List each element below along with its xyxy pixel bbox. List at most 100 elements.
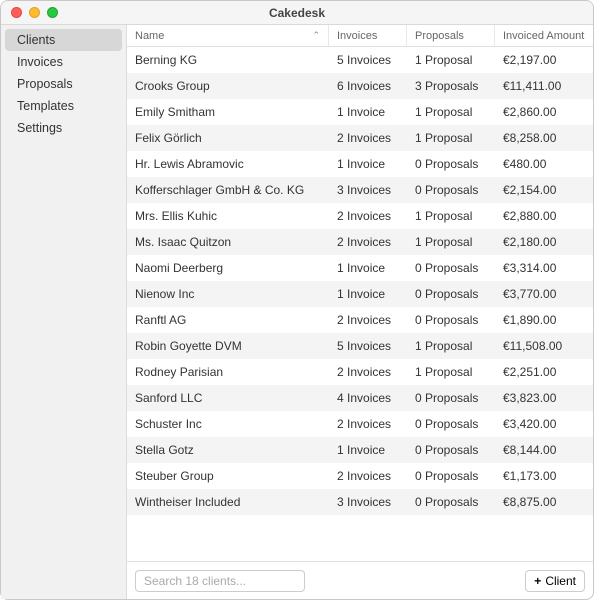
cell-name: Ranftl AG <box>127 313 329 327</box>
cell-invoices: 1 Invoice <box>329 157 407 171</box>
table-row[interactable]: Robin Goyette DVM5 Invoices1 Proposal€11… <box>127 333 593 359</box>
cell-amount: €1,890.00 <box>495 313 593 327</box>
cell-invoices: 1 Invoice <box>329 261 407 275</box>
table-row[interactable]: Wintheiser Included3 Invoices0 Proposals… <box>127 489 593 515</box>
cell-amount: €3,770.00 <box>495 287 593 301</box>
cell-invoices: 2 Invoices <box>329 365 407 379</box>
table-row[interactable]: Naomi Deerberg1 Invoice0 Proposals€3,314… <box>127 255 593 281</box>
cell-name: Kofferschlager GmbH & Co. KG <box>127 183 329 197</box>
cell-invoices: 3 Invoices <box>329 495 407 509</box>
table-row[interactable]: Steuber Group2 Invoices0 Proposals€1,173… <box>127 463 593 489</box>
cell-amount: €3,314.00 <box>495 261 593 275</box>
sidebar-item-label: Clients <box>17 33 55 47</box>
cell-proposals: 1 Proposal <box>407 365 495 379</box>
cell-proposals: 1 Proposal <box>407 53 495 67</box>
cell-proposals: 0 Proposals <box>407 287 495 301</box>
column-header-invoices[interactable]: Invoices <box>329 25 407 46</box>
sidebar-item-label: Invoices <box>17 55 63 69</box>
cell-proposals: 0 Proposals <box>407 261 495 275</box>
cell-name: Wintheiser Included <box>127 495 329 509</box>
cell-invoices: 1 Invoice <box>329 443 407 457</box>
cell-name: Hr. Lewis Abramovic <box>127 157 329 171</box>
table-row[interactable]: Rodney Parisian2 Invoices1 Proposal€2,25… <box>127 359 593 385</box>
cell-proposals: 1 Proposal <box>407 339 495 353</box>
cell-proposals: 0 Proposals <box>407 469 495 483</box>
cell-name: Robin Goyette DVM <box>127 339 329 353</box>
column-label: Invoiced Amount <box>503 30 584 42</box>
sidebar-item-templates[interactable]: Templates <box>5 95 122 117</box>
table-row[interactable]: Berning KG5 Invoices1 Proposal€2,197.00 <box>127 47 593 73</box>
cell-invoices: 2 Invoices <box>329 313 407 327</box>
minimize-window-icon[interactable] <box>29 7 40 18</box>
cell-name: Naomi Deerberg <box>127 261 329 275</box>
cell-proposals: 1 Proposal <box>407 105 495 119</box>
sidebar-item-proposals[interactable]: Proposals <box>5 73 122 95</box>
column-header-name[interactable]: Name ⌃ <box>127 25 329 46</box>
table-row[interactable]: Ranftl AG2 Invoices0 Proposals€1,890.00 <box>127 307 593 333</box>
cell-proposals: 1 Proposal <box>407 235 495 249</box>
table-row[interactable]: Kofferschlager GmbH & Co. KG3 Invoices0 … <box>127 177 593 203</box>
cell-amount: €1,173.00 <box>495 469 593 483</box>
column-header-amount[interactable]: Invoiced Amount <box>495 25 593 46</box>
cell-proposals: 1 Proposal <box>407 131 495 145</box>
cell-amount: €3,823.00 <box>495 391 593 405</box>
traffic-lights <box>1 7 58 18</box>
table-row[interactable]: Hr. Lewis Abramovic1 Invoice0 Proposals€… <box>127 151 593 177</box>
table-row[interactable]: Nienow Inc1 Invoice0 Proposals€3,770.00 <box>127 281 593 307</box>
cell-proposals: 0 Proposals <box>407 391 495 405</box>
cell-amount: €11,508.00 <box>495 339 593 353</box>
table-row[interactable]: Schuster Inc2 Invoices0 Proposals€3,420.… <box>127 411 593 437</box>
cell-invoices: 3 Invoices <box>329 183 407 197</box>
cell-invoices: 1 Invoice <box>329 287 407 301</box>
cell-amount: €2,860.00 <box>495 105 593 119</box>
table-row[interactable]: Felix Görlich2 Invoices1 Proposal€8,258.… <box>127 125 593 151</box>
cell-name: Steuber Group <box>127 469 329 483</box>
cell-amount: €3,420.00 <box>495 417 593 431</box>
sidebar-item-settings[interactable]: Settings <box>5 117 122 139</box>
cell-name: Emily Smitham <box>127 105 329 119</box>
sidebar-item-clients[interactable]: Clients <box>5 29 122 51</box>
cell-amount: €2,880.00 <box>495 209 593 223</box>
table-row[interactable]: Stella Gotz1 Invoice0 Proposals€8,144.00 <box>127 437 593 463</box>
cell-invoices: 2 Invoices <box>329 131 407 145</box>
table-row[interactable]: Sanford LLC4 Invoices0 Proposals€3,823.0… <box>127 385 593 411</box>
cell-amount: €480.00 <box>495 157 593 171</box>
table-row[interactable]: Crooks Group6 Invoices3 Proposals€11,411… <box>127 73 593 99</box>
cell-invoices: 2 Invoices <box>329 235 407 249</box>
column-header-proposals[interactable]: Proposals <box>407 25 495 46</box>
search-input[interactable] <box>135 570 305 592</box>
table-header: Name ⌃ Invoices Proposals Invoiced Amoun… <box>127 25 593 47</box>
cell-name: Rodney Parisian <box>127 365 329 379</box>
table-row[interactable]: Mrs. Ellis Kuhic2 Invoices1 Proposal€2,8… <box>127 203 593 229</box>
app-body: ClientsInvoicesProposalsTemplatesSetting… <box>1 25 593 599</box>
add-client-button[interactable]: + Client <box>525 570 585 592</box>
add-client-label: Client <box>545 574 576 588</box>
cell-name: Nienow Inc <box>127 287 329 301</box>
sort-ascending-icon: ⌃ <box>312 30 320 41</box>
cell-name: Schuster Inc <box>127 417 329 431</box>
zoom-window-icon[interactable] <box>47 7 58 18</box>
sidebar: Clients Invoices ProposalsTemplates Setting… <box>1 25 127 599</box>
column-label: Proposals <box>415 30 464 42</box>
cell-invoices: 6 Invoices <box>329 79 407 93</box>
titlebar: Cakedesk <box>1 1 593 25</box>
cell-name: Berning KG <box>127 53 329 67</box>
cell-amount: €2,154.00 <box>495 183 593 197</box>
column-label: Invoices <box>337 30 377 42</box>
cell-name: Felix Görlich <box>127 131 329 145</box>
table-row[interactable]: Ms. Isaac Quitzon2 Invoices1 Proposal€2,… <box>127 229 593 255</box>
cell-name: Stella Gotz <box>127 443 329 457</box>
cell-invoices: 2 Invoices <box>329 417 407 431</box>
table-row[interactable]: Emily Smitham1 Invoice1 Proposal€2,860.0… <box>127 99 593 125</box>
cell-invoices: 5 Invoices <box>329 339 407 353</box>
cell-amount: €2,251.00 <box>495 365 593 379</box>
close-window-icon[interactable] <box>11 7 22 18</box>
cell-amount: €8,144.00 <box>495 443 593 457</box>
sidebar-item-label: Settings <box>17 121 62 135</box>
cell-proposals: 0 Proposals <box>407 495 495 509</box>
sidebar-item-invoices[interactable]: Invoices <box>5 51 122 73</box>
cell-amount: €2,197.00 <box>495 53 593 67</box>
cell-name: Sanford LLC <box>127 391 329 405</box>
cell-invoices: 5 Invoices <box>329 53 407 67</box>
cell-amount: €8,875.00 <box>495 495 593 509</box>
